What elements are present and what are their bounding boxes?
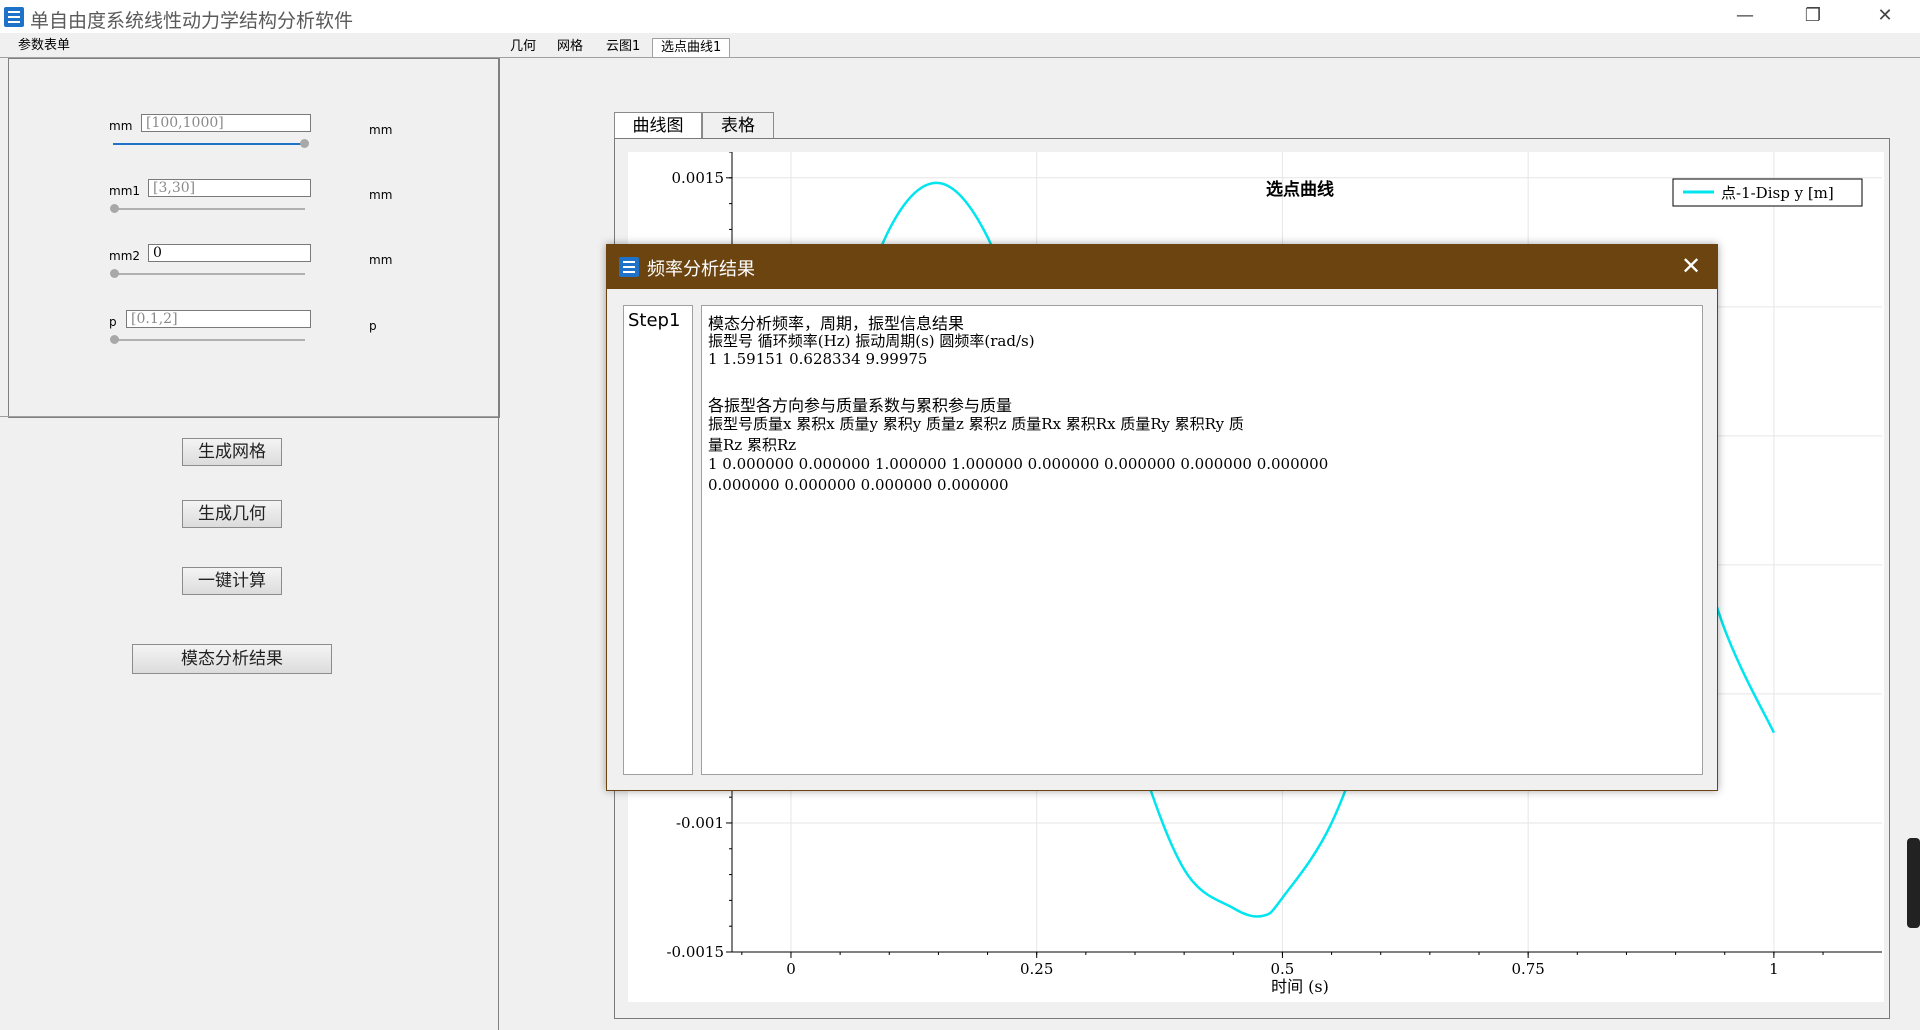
result-line: 1 1.59151 0.628334 9.99975 <box>708 350 928 368</box>
tab-param-form[interactable]: 参数表单 <box>10 37 78 55</box>
x-axis-label: 时间 (s) <box>1271 977 1329 996</box>
param-input-mm2[interactable] <box>148 244 311 262</box>
app-icon <box>4 7 24 27</box>
one-click-compute-button[interactable]: 一键计算 <box>182 567 282 595</box>
frequency-result-dialog: 频率分析结果 ✕ Step1 模态分析频率，周期，振型信息结果 振型号 循环频率… <box>606 244 1718 791</box>
param-label-mm: mm <box>109 119 133 133</box>
param-label-mm1: mm1 <box>109 184 141 198</box>
generate-geometry-button[interactable]: 生成几何 <box>182 500 282 528</box>
result-text-area[interactable]: 模态分析频率，周期，振型信息结果 振型号 循环频率(Hz) 振动周期(s) 圆频… <box>701 305 1703 775</box>
dialog-title: 频率分析结果 <box>647 259 755 280</box>
result-line: 振型号质量x 累积x 质量y 累积y 质量z 累积z 质量Rx 累积Rx 质量R… <box>708 415 1244 433</box>
minimize-icon[interactable]: — <box>1710 0 1780 33</box>
tab-table[interactable]: 表格 <box>702 112 774 138</box>
step-list: Step1 <box>623 305 693 775</box>
y-tick-label: 0.0015 <box>672 169 725 187</box>
param-input-mm1[interactable] <box>148 179 311 197</box>
param-input-p[interactable] <box>126 310 311 328</box>
generate-mesh-button[interactable]: 生成网格 <box>182 438 282 466</box>
legend: 点-1-Disp y [m] <box>1672 178 1863 207</box>
x-tick-label: 0.75 <box>1511 960 1544 978</box>
dialog-close-icon[interactable]: ✕ <box>1677 251 1705 281</box>
title-bar: 单自由度系统线性动力学结构分析软件 — ❐ ✕ <box>0 0 1920 33</box>
x-tick-label: 0 <box>786 960 796 978</box>
param-input-mm[interactable] <box>141 114 311 132</box>
param-unit-mm2: mm <box>369 253 393 267</box>
param-slider-thumb-p[interactable] <box>110 335 119 344</box>
param-slider-mm2[interactable] <box>113 273 305 275</box>
param-unit-p: p <box>369 319 377 333</box>
param-slider-thumb-mm2[interactable] <box>110 269 119 278</box>
legend-entry: 点-1-Disp y [m] <box>1721 184 1834 202</box>
result-line: 0.000000 0.000000 0.000000 0.000000 <box>708 476 1009 494</box>
param-slider-mm[interactable] <box>113 143 305 145</box>
tab-geometry[interactable]: 几何 <box>502 38 544 56</box>
result-line: 1 0.000000 0.000000 1.000000 1.000000 0.… <box>708 455 1329 473</box>
close-icon[interactable]: ✕ <box>1850 0 1920 33</box>
tab-mesh[interactable]: 网格 <box>549 38 591 56</box>
splitter[interactable] <box>498 58 499 1030</box>
param-label-mm2: mm2 <box>109 249 141 263</box>
y-tick-label: -0.0015 <box>666 943 724 961</box>
param-slider-thumb-mm1[interactable] <box>110 204 119 213</box>
scrollbar-handle[interactable] <box>1907 838 1920 928</box>
window-title: 单自由度系统线性动力学结构分析软件 <box>30 10 354 32</box>
tab-contour[interactable]: 云图1 <box>598 38 648 56</box>
x-tick-label: 0.5 <box>1270 960 1294 978</box>
param-unit-mm1: mm <box>369 188 393 202</box>
x-tick-label: 0.25 <box>1020 960 1053 978</box>
tab-point-curve[interactable]: 选点曲线1 <box>652 38 731 57</box>
param-unit-mm: mm <box>369 123 393 137</box>
restore-icon[interactable]: ❐ <box>1778 0 1848 33</box>
chart-title: 选点曲线 <box>1266 179 1334 200</box>
modal-analysis-result-button[interactable]: 模态分析结果 <box>132 644 332 674</box>
param-slider-thumb-mm[interactable] <box>300 139 309 148</box>
param-slider-mm1[interactable] <box>113 208 305 210</box>
tab-curve-chart[interactable]: 曲线图 <box>614 112 702 138</box>
y-tick-label: -0.001 <box>676 814 724 832</box>
param-slider-p[interactable] <box>113 339 305 341</box>
dialog-app-icon <box>619 257 639 277</box>
parameter-panel: mm mm mm1 mm mm2 mm p p <box>8 58 500 418</box>
x-tick-label: 1 <box>1769 960 1779 978</box>
step-item[interactable]: Step1 <box>628 310 680 331</box>
result-line: 振型号 循环频率(Hz) 振动周期(s) 圆频率(rad/s) <box>708 332 1035 350</box>
param-label-p: p <box>109 315 117 329</box>
dialog-title-bar: 频率分析结果 ✕ <box>607 245 1717 289</box>
left-panel-divider <box>0 416 498 417</box>
result-line: 量Rz 累积Rz <box>708 436 797 454</box>
